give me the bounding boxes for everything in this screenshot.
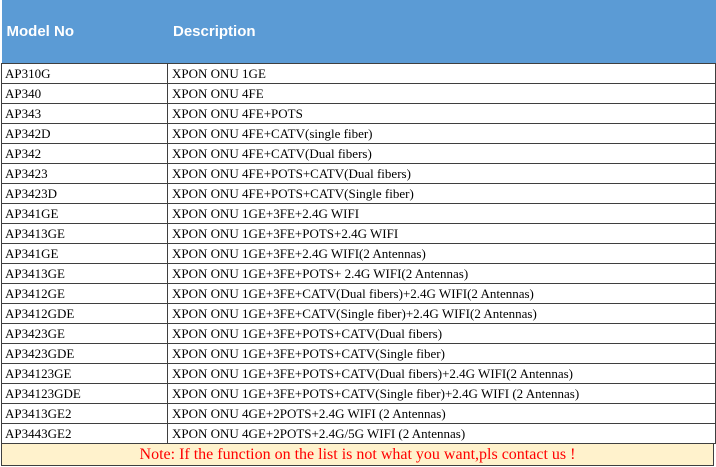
description-cell: XPON ONU 4FE+POTS+CATV(Single fiber) <box>167 183 716 204</box>
model-cell: AP342D <box>1 123 168 144</box>
description-cell: XPON ONU 1GE+3FE+CATV(Dual fibers)+2.4G … <box>167 283 716 304</box>
table-row: AP34123GDE XPON ONU 1GE+3FE+POTS+CATV(Sin… <box>1 383 716 404</box>
description-cell: XPON ONU 4FE+POTS+CATV(Dual fibers) <box>167 163 716 184</box>
description-cell: XPON ONU 4FE <box>167 83 716 104</box>
model-cell: AP341GE <box>1 203 168 224</box>
table-row: AP3443GE2 XPON ONU 4GE+2POTS+2.4G/5G WIFI… <box>1 423 716 444</box>
model-cell: AP3423GDE <box>1 343 168 364</box>
table-row: AP3423GDE XPON ONU 1GE+3FE+POTS+CATV(Sing… <box>1 343 716 364</box>
description-cell: XPON ONU 1GE+3FE+POTS+CATV(Dual fibers)+… <box>167 363 716 384</box>
description-cell: XPON ONU 1GE+3FE+POTS+CATV(Dual fibers) <box>167 323 716 344</box>
model-cell: AP3412GDE <box>1 303 168 324</box>
table-row: AP342 XPON ONU 4FE+CATV(Dual fibers) <box>1 143 716 164</box>
description-cell: XPON ONU 1GE+3FE+POTS+2.4G WIFI <box>167 223 716 244</box>
product-rows: AP310G XPON ONU 1GE AP340 XPON ONU 4FE AP343… <box>1 63 716 444</box>
description-cell: XPON ONU 1GE+3FE+CATV(Single fiber)+2.4G… <box>167 303 716 324</box>
model-no-header: Model No <box>1 0 168 64</box>
model-cell: AP3413GE <box>1 263 168 284</box>
product-table: Model No Description AP310G XPON ONU 1GE A… <box>1 0 716 444</box>
description-cell: XPON ONU 1GE+3FE+2.4G WIFI(2 Antennas) <box>167 243 716 264</box>
header-row: Model No Description <box>1 0 716 64</box>
table-row: AP340 XPON ONU 4FE <box>1 83 716 104</box>
description-cell: XPON ONU 1GE+3FE+POTS+ 2.4G WIFI(2 Anten… <box>167 263 716 284</box>
description-cell: XPON ONU 4FE+CATV(Dual fibers) <box>167 143 716 164</box>
description-cell: XPON ONU 4GE+2POTS+2.4G WIFI (2 Antennas… <box>167 403 716 424</box>
description-cell: XPON ONU 1GE <box>167 63 716 84</box>
model-cell: AP34123GDE <box>1 383 168 404</box>
model-cell: AP342 <box>1 143 168 164</box>
table-row: AP310G XPON ONU 1GE <box>1 63 716 84</box>
model-cell: AP3443GE2 <box>1 423 168 444</box>
table-row: AP343 XPON ONU 4FE+POTS <box>1 103 716 124</box>
description-cell: XPON ONU 1GE+3FE+POTS+CATV(Single fiber) <box>167 343 716 364</box>
table-row: AP341GE XPON ONU 1GE+3FE+2.4G WIFI(2 Ante… <box>1 243 716 264</box>
description-cell: XPON ONU 4FE+POTS <box>167 103 716 124</box>
table-row: AP3413GE XPON ONU 1GE+3FE+POTS+ 2.4G WIFI… <box>1 263 716 284</box>
model-cell: AP3423 <box>1 163 168 184</box>
table-row: AP3412GE XPON ONU 1GE+3FE+CATV(Dual fiber… <box>1 283 716 304</box>
table-row: AP342D XPON ONU 4FE+CATV(single fiber) <box>1 123 716 144</box>
model-cell: AP3423D <box>1 183 168 204</box>
table-row: AP3413GE2 XPON ONU 4GE+2POTS+2.4G WIFI (2… <box>1 403 716 424</box>
model-cell: AP3413GE <box>1 223 168 244</box>
model-cell: AP341GE <box>1 243 168 264</box>
model-cell: AP343 <box>1 103 168 124</box>
description-cell: XPON ONU 4GE+2POTS+2.4G/5G WIFI (2 Anten… <box>167 423 716 444</box>
model-cell: AP3413GE2 <box>1 403 168 424</box>
description-cell: XPON ONU 1GE+3FE+2.4G WIFI <box>167 203 716 224</box>
model-cell: AP34123GE <box>1 363 168 384</box>
model-cell: AP340 <box>1 83 168 104</box>
description-cell: XPON ONU 4FE+CATV(single fiber) <box>167 123 716 144</box>
table-row: AP3412GDE XPON ONU 1GE+3FE+CATV(Single fi… <box>1 303 716 324</box>
table-row: AP3423D XPON ONU 4FE+POTS+CATV(Single fib… <box>1 183 716 204</box>
table-row: AP341GE XPON ONU 1GE+3FE+2.4G WIFI <box>1 203 716 224</box>
model-cell: AP3412GE <box>1 283 168 304</box>
model-cell: AP310G <box>1 63 168 84</box>
product-sheet: Model No Description AP310G XPON ONU 1GE A… <box>0 0 716 467</box>
contact-note: Note: If the function on the list is not… <box>1 444 714 466</box>
table-row: AP3413GE XPON ONU 1GE+3FE+POTS+2.4G WIFI <box>1 223 716 244</box>
table-row: AP34123GE XPON ONU 1GE+3FE+POTS+CATV(Dual… <box>1 363 716 384</box>
description-header: Description <box>167 0 716 64</box>
table-row: AP3423GE XPON ONU 1GE+3FE+POTS+CATV(Dual … <box>1 323 716 344</box>
description-cell: XPON ONU 1GE+3FE+POTS+CATV(Single fiber)… <box>167 383 716 404</box>
table-row: AP3423 XPON ONU 4FE+POTS+CATV(Dual fibers… <box>1 163 716 184</box>
model-cell: AP3423GE <box>1 323 168 344</box>
